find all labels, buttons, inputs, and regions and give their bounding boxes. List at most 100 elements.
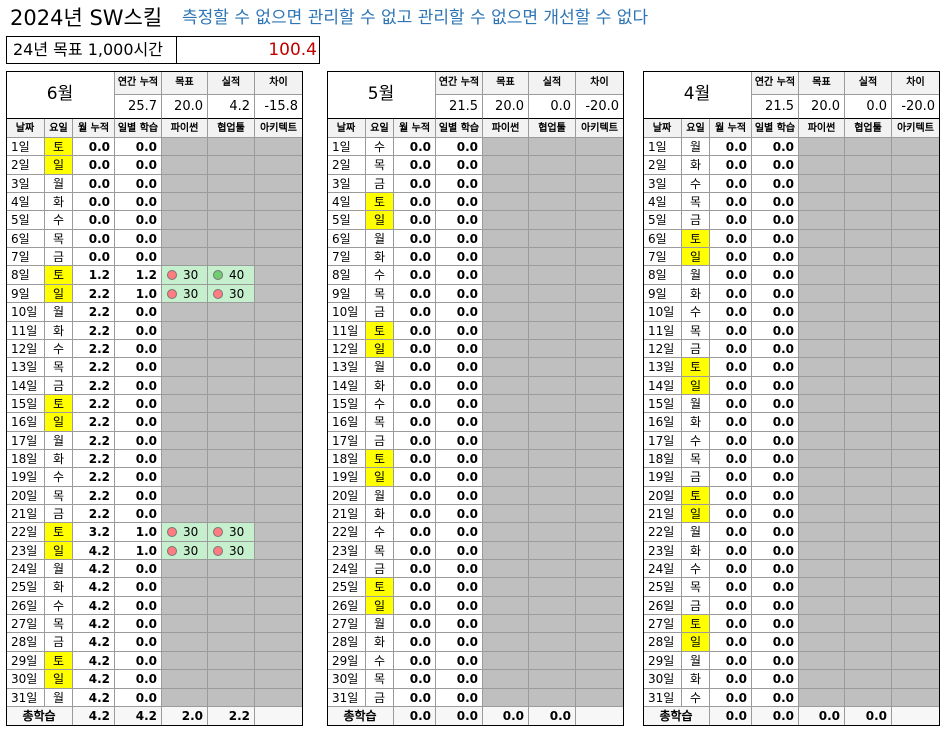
date-cell[interactable]: 23일 [643,542,682,560]
date-cell[interactable]: 8일 [327,266,366,285]
date-cell[interactable]: 21일 [643,505,682,523]
cumulative-col-header[interactable]: 월 누적 [710,119,752,138]
python-cell[interactable] [483,450,529,468]
date-cell[interactable]: 11일 [6,322,45,340]
python-cell[interactable] [799,633,845,652]
architect-cell[interactable] [255,633,303,652]
cumulative-cell[interactable]: 4.2 [73,597,115,615]
daily-cell[interactable]: 0.0 [115,487,162,505]
cumulative-cell[interactable]: 0.0 [394,322,436,340]
collab-col-header[interactable]: 협업툴 [529,119,576,138]
daily-cell[interactable]: 0.0 [436,633,483,652]
annual-goal-value[interactable]: 100.4 [177,37,317,63]
python-cell[interactable] [799,230,845,248]
collab-cell[interactable] [208,175,255,193]
collab-cell[interactable] [529,248,576,266]
daily-cell[interactable]: 0.0 [752,138,799,156]
date-cell[interactable]: 28일 [327,633,366,652]
cumulative-cell[interactable]: 0.0 [710,377,752,395]
python-cell[interactable] [483,615,529,633]
cumulative-cell[interactable]: 0.0 [710,303,752,322]
python-cell[interactable] [483,542,529,560]
collab-cell[interactable] [529,542,576,560]
dow-cell[interactable]: 토 [45,652,73,670]
daily-cell[interactable]: 0.0 [115,578,162,597]
daily-cell[interactable]: 0.0 [436,230,483,248]
python-cell[interactable] [162,193,208,211]
cumulative-cell[interactable]: 0.0 [710,505,752,523]
collab-cell[interactable]: 30 [208,523,255,542]
date-cell[interactable]: 24일 [327,560,366,578]
architect-cell[interactable] [576,670,624,689]
architect-cell[interactable] [892,670,940,689]
date-cell[interactable]: 27일 [6,615,45,633]
collab-col-header[interactable]: 협업툴 [208,119,255,138]
daily-cell[interactable]: 0.0 [436,211,483,230]
daily-cell[interactable]: 0.0 [115,395,162,413]
date-cell[interactable]: 6일 [6,230,45,248]
date-cell[interactable]: 6일 [643,230,682,248]
date-cell[interactable]: 13일 [6,358,45,377]
date-cell[interactable]: 12일 [6,340,45,358]
daily-cell[interactable]: 0.0 [752,230,799,248]
architect-cell[interactable] [892,285,940,303]
architect-cell[interactable] [576,633,624,652]
daily-cell[interactable]: 0.0 [436,266,483,285]
daily-cell[interactable]: 0.0 [436,560,483,578]
collab-cell[interactable] [529,211,576,230]
dow-cell[interactable]: 금 [682,597,710,615]
dow-cell[interactable]: 월 [682,138,710,156]
dow-cell[interactable]: 토 [366,578,394,597]
python-cell[interactable] [799,303,845,322]
date-cell[interactable]: 13일 [327,358,366,377]
architect-cell[interactable] [576,652,624,670]
total-python[interactable]: 2.0 [162,707,208,726]
collab-cell[interactable] [845,230,892,248]
date-cell[interactable]: 9일 [643,285,682,303]
date-cell[interactable]: 4일 [643,193,682,211]
cumulative-cell[interactable]: 0.0 [710,322,752,340]
date-cell[interactable]: 30일 [6,670,45,689]
python-cell[interactable] [483,340,529,358]
architect-cell[interactable] [576,450,624,468]
collab-cell[interactable] [845,285,892,303]
python-cell[interactable] [162,560,208,578]
cumulative-cell[interactable]: 2.2 [73,487,115,505]
python-cell[interactable] [483,322,529,340]
date-cell[interactable]: 16일 [643,413,682,432]
collab-cell[interactable] [845,487,892,505]
collab-cell[interactable] [845,193,892,211]
python-cell[interactable] [799,156,845,175]
collab-cell[interactable] [208,322,255,340]
actual-value[interactable]: 0.0 [845,95,892,119]
cumulative-cell[interactable]: 0.0 [394,633,436,652]
architect-cell[interactable] [576,377,624,395]
cumulative-cell[interactable]: 0.0 [710,285,752,303]
python-cell[interactable] [162,395,208,413]
architect-cell[interactable] [576,285,624,303]
dow-cell[interactable]: 일 [366,340,394,358]
daily-cell[interactable]: 0.0 [115,138,162,156]
date-cell[interactable]: 10일 [327,303,366,322]
collab-cell[interactable] [845,523,892,542]
architect-cell[interactable] [255,248,303,266]
date-cell[interactable]: 2일 [6,156,45,175]
python-cell[interactable] [799,138,845,156]
architect-cell[interactable] [576,505,624,523]
date-cell[interactable]: 31일 [6,689,45,707]
collab-cell[interactable] [208,468,255,487]
total-daily[interactable]: 4.2 [115,707,162,726]
daily-cell[interactable]: 0.0 [436,615,483,633]
python-cell[interactable] [483,670,529,689]
python-cell[interactable] [483,413,529,432]
dow-cell[interactable]: 토 [45,138,73,156]
date-cell[interactable]: 9일 [6,285,45,303]
total-daily[interactable]: 0.0 [752,707,799,726]
dow-cell[interactable]: 수 [682,689,710,707]
collab-cell[interactable] [529,322,576,340]
total-label[interactable]: 총학습 [327,707,394,726]
architect-cell[interactable] [576,689,624,707]
daily-cell[interactable]: 0.0 [436,303,483,322]
architect-cell[interactable] [576,138,624,156]
collab-cell[interactable] [529,560,576,578]
